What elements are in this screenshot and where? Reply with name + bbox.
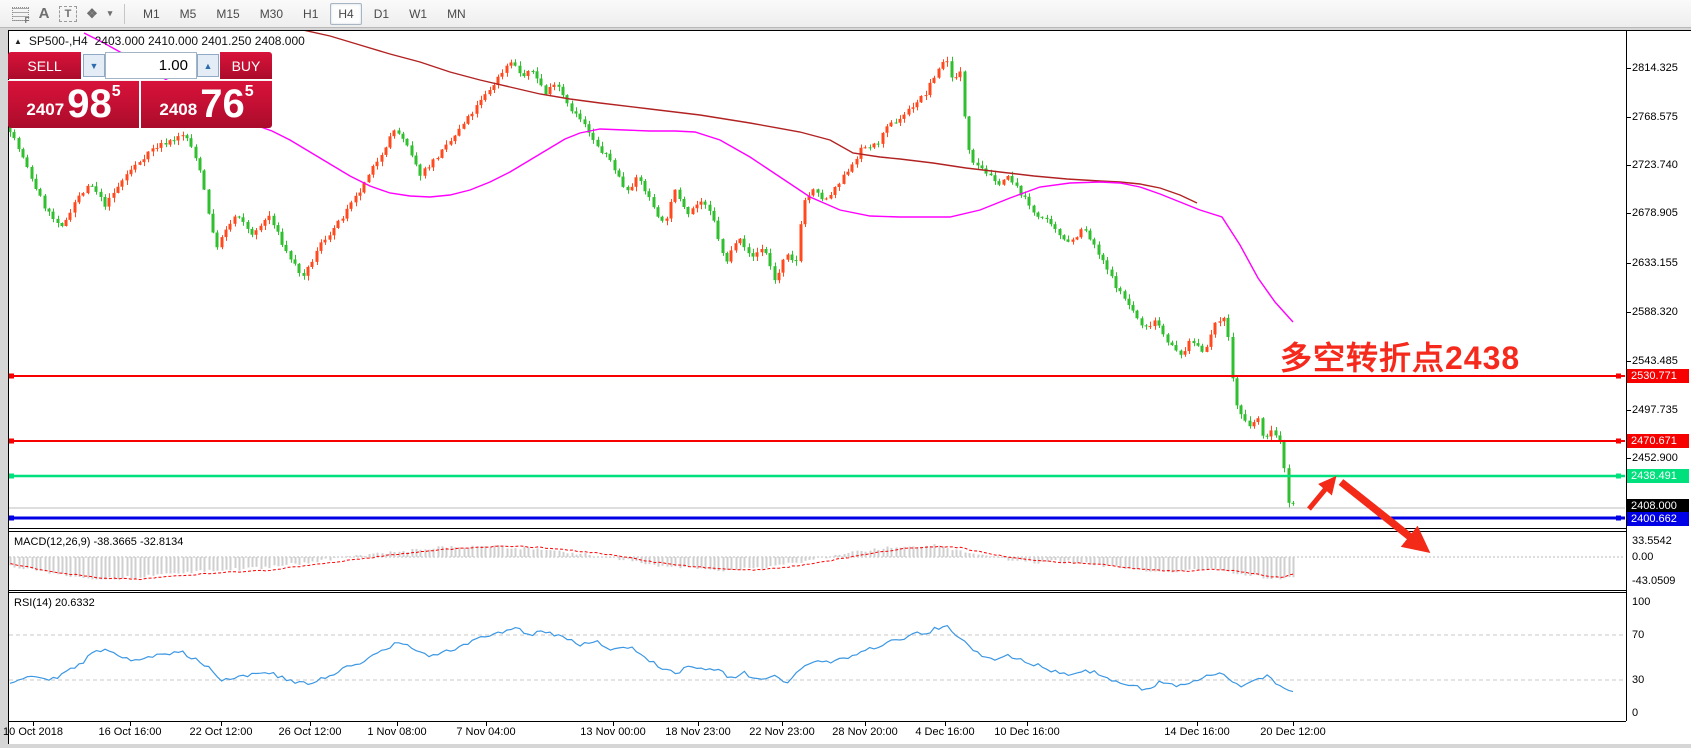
rsi-line (10, 626, 1293, 692)
timeframe-button-H1[interactable]: H1 (295, 3, 326, 25)
date-axis-label: 20 Dec 12:00 (1260, 726, 1325, 738)
date-axis-label: 22 Nov 23:00 (749, 726, 814, 738)
main-macd-splitter[interactable] (8, 528, 1626, 529)
sell-price-big: 98 (67, 84, 112, 124)
price-badge: 2400.662 (1627, 512, 1689, 526)
date-axis-label: 18 Nov 23:00 (665, 726, 730, 738)
trading-app: F A T ❖ ▾ M1M5M15M30H1H4D1W1MN ▲ SP500-,… (0, 0, 1691, 748)
macd-axis-label: 33.5542 (1632, 535, 1672, 547)
price-axis-label: 2452.900 (1632, 452, 1678, 464)
timeframe-button-M1[interactable]: M1 (135, 3, 168, 25)
price-axis-label: 2723.740 (1632, 159, 1678, 171)
volume-increase-button[interactable]: ▲ (197, 54, 219, 77)
chart-symbol-period: SP500-,H4 (29, 34, 88, 48)
rsi-top-border (8, 592, 1626, 593)
sell-price-sup: 5 (112, 83, 121, 101)
macd-label: MACD(12,26,9) -38.3665 -32.8134 (14, 536, 183, 548)
macd-rsi-splitter[interactable] (8, 590, 1626, 591)
chart-annotation-text[interactable]: 多空转折点2438 (1280, 333, 1520, 379)
toolbar: F A T ❖ ▾ M1M5M15M30H1H4D1W1MN (0, 0, 1691, 28)
volume-input[interactable] (105, 52, 197, 79)
axis-separator-border (1626, 30, 1627, 721)
timeframe-button-H4[interactable]: H4 (330, 3, 361, 25)
sell-price-stem: 2407 (26, 100, 64, 120)
date-axis-label: 14 Dec 16:00 (1164, 726, 1229, 738)
rsi-axis-label: 100 (1632, 596, 1650, 608)
macd-axis-label: 0.00 (1632, 551, 1653, 563)
chart-ohlc-values: 2403.000 2410.000 2401.250 2408.000 (95, 34, 305, 48)
objects-dropdown-caret-icon[interactable]: ▾ (104, 3, 116, 25)
timeframe-toolbar: M1M5M15M30H1H4D1W1MN (133, 3, 476, 25)
rsi-indicator-pane[interactable] (9, 593, 1626, 721)
price-axis-label: 2543.485 (1632, 355, 1678, 367)
price-axis-label: 2588.320 (1632, 306, 1678, 318)
price-badge: 2408.000 (1627, 499, 1689, 513)
date-axis-label: 26 Oct 12:00 (279, 726, 342, 738)
rsi-axis-label: 30 (1632, 674, 1644, 686)
date-axis-label: 7 Nov 04:00 (456, 726, 515, 738)
symbol-marker-icon: ▲ (14, 37, 22, 46)
label-tool-icon[interactable]: A (32, 3, 56, 25)
date-axis-label: 22 Oct 12:00 (190, 726, 253, 738)
date-axis-label: 1 Nov 08:00 (367, 726, 426, 738)
volume-decrease-button[interactable]: ▼ (83, 54, 105, 77)
price-axis-label: 2768.575 (1632, 111, 1678, 123)
ma-slow-line (303, 31, 1197, 203)
time-axis-border (8, 721, 1626, 722)
rsi-axis-label: 70 (1632, 629, 1644, 641)
horizontal-level-lines[interactable] (9, 374, 1625, 521)
date-axis-label: 10 Oct 2018 (3, 726, 63, 738)
date-axis-label: 16 Oct 16:00 (99, 726, 162, 738)
price-axis-label: 2678.905 (1632, 207, 1678, 219)
buy-price-big: 76 (200, 84, 245, 124)
macd-top-border (8, 531, 1626, 532)
macd-axis-label: -43.0509 (1632, 575, 1675, 587)
chart-top-border (8, 30, 1691, 31)
new-order-icon[interactable]: F (8, 3, 32, 25)
one-click-trade-panel: SELL ▼ ▲ BUY 2407 98 5 2408 76 5 (8, 52, 272, 128)
date-axis-label: 28 Nov 20:00 (832, 726, 897, 738)
chart-title: ▲ SP500-,H4 2403.000 2410.000 2401.250 2… (14, 34, 305, 48)
date-axis-label: 13 Nov 00:00 (580, 726, 645, 738)
price-badge: 2438.491 (1627, 469, 1689, 483)
timeframe-button-M15[interactable]: M15 (208, 3, 247, 25)
price-badge: 2470.671 (1627, 434, 1689, 448)
text-tool-icon[interactable]: T (56, 3, 80, 25)
timeframe-button-MN[interactable]: MN (439, 3, 474, 25)
price-axis-label: 2633.155 (1632, 257, 1678, 269)
date-axis-label: 10 Dec 16:00 (994, 726, 1059, 738)
macd-signal-line (11, 546, 1294, 580)
new-order-icon-letter: F (25, 16, 30, 25)
price-badge: 2530.771 (1627, 369, 1689, 383)
timeframe-button-M30[interactable]: M30 (252, 3, 291, 25)
rsi-label: RSI(14) 20.6332 (14, 597, 95, 609)
macd-indicator-pane[interactable] (9, 532, 1626, 590)
date-axis-label: 4 Dec 16:00 (915, 726, 974, 738)
buy-button[interactable]: BUY (220, 52, 272, 79)
rsi-axis-label: 0 (1632, 707, 1638, 719)
objects-icon[interactable]: ❖ (80, 3, 104, 25)
sell-button[interactable]: SELL (8, 52, 81, 79)
price-axis-label: 2814.325 (1632, 62, 1678, 74)
timeframe-button-W1[interactable]: W1 (401, 3, 435, 25)
buy-price-sup: 5 (245, 83, 254, 101)
buy-price-stem: 2408 (159, 100, 197, 120)
sell-price-tile[interactable]: 2407 98 5 (8, 80, 139, 128)
toolbar-separator (124, 4, 125, 24)
macd-histogram (11, 544, 1294, 579)
buy-price-tile[interactable]: 2408 76 5 (141, 80, 272, 128)
chart-left-border (8, 30, 9, 744)
timeframe-button-M5[interactable]: M5 (172, 3, 205, 25)
price-axis-label: 2497.735 (1632, 404, 1678, 416)
timeframe-button-D1[interactable]: D1 (366, 3, 397, 25)
